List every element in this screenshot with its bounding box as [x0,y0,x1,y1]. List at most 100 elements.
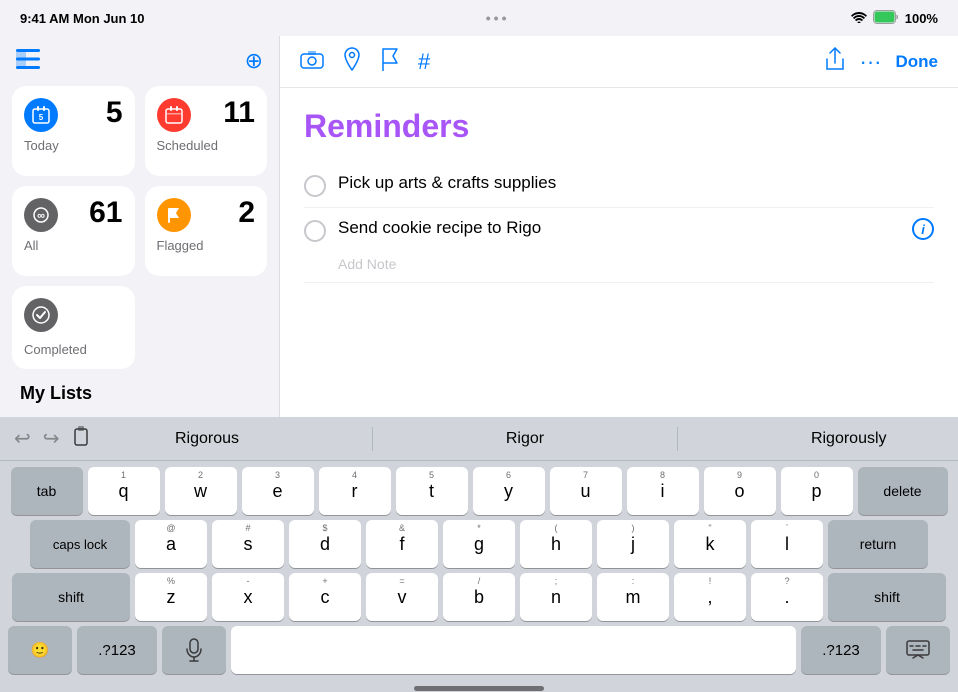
mic-key[interactable] [162,626,226,674]
emoji-key[interactable]: 🙂 [8,626,72,674]
tab-key[interactable]: tab [11,467,83,515]
svg-text:∞: ∞ [37,210,45,222]
reminder-checkbox-1[interactable] [304,175,326,197]
autocomplete-bar: ↩ ↪ Rigorous Rigor Rigorously [0,417,958,461]
reminder-info-button[interactable]: i [912,218,934,240]
smart-list-scheduled[interactable]: 11 Scheduled [145,86,268,176]
key-l[interactable]: 'l [751,520,823,568]
reminder-text-1[interactable]: Pick up arts & crafts supplies [338,173,934,193]
key-s[interactable]: #s [212,520,284,568]
camera-icon[interactable] [300,49,324,75]
key-o[interactable]: 9o [704,467,776,515]
sidebar-more-icon[interactable]: ⊕ [245,48,263,74]
done-button[interactable]: Done [896,52,939,72]
key-h[interactable]: (h [520,520,592,568]
key-row-2: caps lock @a #s $d &f *g (h )j "k 'l ret… [4,520,954,568]
reminder-item-2: Send cookie recipe to Rigo i Add Note [304,208,934,283]
shift-right-key[interactable]: shift [828,573,946,621]
key-w[interactable]: 2w [165,467,237,515]
key-c[interactable]: +c [289,573,361,621]
sidebar-header: ⊕ [12,48,267,74]
suggestion-1[interactable]: Rigorous [165,426,249,452]
delete-key[interactable]: delete [858,467,948,515]
today-icon: 5 [24,98,58,132]
my-lists-header: My Lists [12,379,267,408]
key-u[interactable]: 7u [550,467,622,515]
smart-list-all[interactable]: ∞ 61 All [12,186,135,276]
smart-lists-grid: 5 5 Today [12,86,267,276]
key-p[interactable]: 0p [781,467,853,515]
smart-list-completed[interactable]: Completed [12,286,135,369]
key-v[interactable]: =v [366,573,438,621]
autocomplete-suggestions: Rigorous Rigor Rigorously [104,426,958,452]
key-q[interactable]: 1q [88,467,160,515]
scheduled-icon [157,98,191,132]
status-time: 9:41 AM Mon Jun 10 [20,11,145,26]
flag-icon[interactable] [380,47,400,77]
key-b[interactable]: /b [443,573,515,621]
undo-button[interactable]: ↩ [14,426,31,451]
wifi-icon [851,11,867,26]
completed-label: Completed [24,342,123,357]
key-z[interactable]: %z [135,573,207,621]
flagged-label: Flagged [157,238,256,253]
key-t[interactable]: 5t [396,467,468,515]
key-a[interactable]: @a [135,520,207,568]
key-i[interactable]: 8i [627,467,699,515]
key-comma[interactable]: !, [674,573,746,621]
share-icon[interactable] [824,47,846,77]
key-j[interactable]: )j [597,520,669,568]
today-label: Today [24,138,123,153]
suggestion-2[interactable]: Rigor [496,426,554,452]
key-k[interactable]: "k [674,520,746,568]
key-m[interactable]: :m [597,573,669,621]
completed-icon [24,298,58,332]
home-indicator [0,684,958,692]
reminder-text-2[interactable]: Send cookie recipe to Rigo [338,218,900,238]
status-right: 100% [851,10,938,27]
capslock-key[interactable]: caps lock [30,520,130,568]
clipboard-button[interactable] [72,425,90,452]
key-y[interactable]: 6y [473,467,545,515]
space-key[interactable] [231,626,796,674]
scheduled-label: Scheduled [157,138,256,153]
num2-key[interactable]: .?123 [801,626,881,674]
return-key[interactable]: return [828,520,928,568]
key-d[interactable]: $d [289,520,361,568]
reminder-item-1: Pick up arts & crafts supplies [304,163,934,208]
keyboard-dismiss-key[interactable] [886,626,950,674]
shift-left-key[interactable]: shift [12,573,130,621]
key-n[interactable]: ;n [520,573,592,621]
key-period[interactable]: ?. [751,573,823,621]
key-e[interactable]: 3e [242,467,314,515]
sidebar-toggle-icon[interactable] [16,49,40,74]
num1-key[interactable]: .?123 [77,626,157,674]
key-r[interactable]: 4r [319,467,391,515]
divider-1 [372,427,373,451]
reminder-checkbox-2[interactable] [304,220,326,242]
keyboard-area: ↩ ↪ Rigorous Rigor Rigorously tab 1q 2w … [0,417,958,692]
autocomplete-arrows: ↩ ↪ [0,425,104,452]
key-x[interactable]: -x [212,573,284,621]
reminders-title: Reminders [304,108,934,145]
more-icon[interactable]: ··· [860,49,882,75]
home-bar [414,686,544,691]
key-g[interactable]: *g [443,520,515,568]
status-center: ••• [486,10,510,26]
keyboard: tab 1q 2w 3e 4r 5t 6y 7u 8i 9o 0p delete… [0,461,958,684]
smart-list-flagged[interactable]: 2 Flagged [145,186,268,276]
smart-list-today[interactable]: 5 5 Today [12,86,135,176]
completed-row: Completed [12,286,267,369]
key-row-3: shift %z -x +c =v /b ;n :m !, ?. shift [4,573,954,621]
toolbar-left: # [300,47,430,77]
key-row-1: tab 1q 2w 3e 4r 5t 6y 7u 8i 9o 0p delete [4,467,954,515]
add-note[interactable]: Add Note [304,254,934,272]
redo-button[interactable]: ↪ [43,426,60,451]
suggestion-3[interactable]: Rigorously [801,426,897,452]
all-icon: ∞ [24,198,58,232]
location-icon[interactable] [342,47,362,77]
key-f[interactable]: &f [366,520,438,568]
flagged-count: 2 [238,198,255,228]
hash-icon[interactable]: # [418,49,430,75]
key-row-4: 🙂 .?123 .?123 [4,626,954,674]
